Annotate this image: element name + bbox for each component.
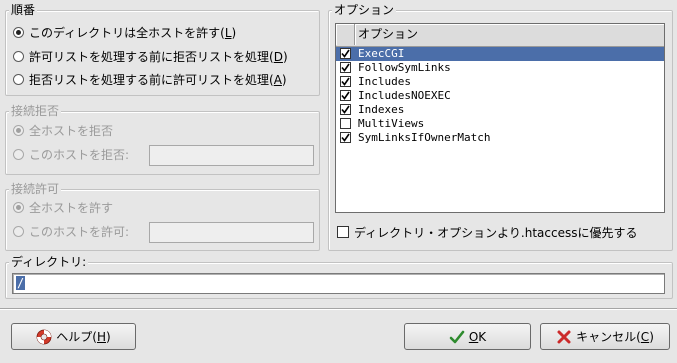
option-checkbox[interactable]	[340, 132, 351, 143]
option-row[interactable]: Indexes	[336, 103, 664, 117]
radio-indicator	[13, 201, 24, 213]
radio-indicator	[13, 26, 24, 38]
option-label: SymLinksIfOwnerMatch	[358, 131, 491, 144]
radio-indicator	[13, 225, 24, 237]
x-icon	[556, 329, 572, 345]
option-checkbox[interactable]	[340, 118, 351, 129]
deny-group-title: 接続拒否	[9, 104, 62, 118]
check-icon	[449, 329, 465, 345]
button-separator	[0, 308, 677, 310]
radio-indicator	[13, 148, 24, 160]
allow-radio-these-hosts[interactable]: このホストを許可:	[13, 222, 129, 240]
option-row[interactable]: ExecCGI	[336, 47, 664, 61]
option-label: Indexes	[358, 103, 405, 116]
option-row[interactable]: IncludesNOEXEC	[336, 89, 664, 103]
radio-indicator	[13, 73, 24, 85]
directory-title: ディレクトリ:	[9, 255, 89, 269]
header-option-column[interactable]: オプション	[355, 24, 664, 45]
option-row[interactable]: Includes	[336, 75, 664, 89]
option-label: MultiViews	[358, 117, 425, 130]
cancel-button[interactable]: キャンセル(C)	[540, 323, 670, 350]
option-checkbox[interactable]	[340, 62, 351, 73]
directory-value: /	[16, 276, 26, 290]
radio-label: このホストを拒否:	[29, 147, 130, 162]
radio-label: このホストを許可:	[29, 224, 130, 239]
htaccess-checkbox	[337, 226, 349, 238]
radio-label: 全ホストを許す	[29, 200, 114, 215]
cancel-button-label: キャンセル(C)	[576, 330, 654, 344]
order-radio-allow-all[interactable]: このディレクトリは全ホストを許す(L)	[13, 23, 236, 41]
help-button-label: ヘルプ(H)	[56, 330, 111, 344]
ok-button-label: OK	[468, 329, 487, 344]
radio-label: 許可リストを処理する前に拒否リストを処理(D)	[29, 49, 288, 64]
order-group-title: 順番	[9, 3, 38, 17]
options-list-header: オプション	[336, 24, 664, 47]
htaccess-checkbox-row[interactable]: ディレクトリ・オプションより.htaccessに優先する	[337, 224, 637, 240]
option-row[interactable]: SymLinksIfOwnerMatch	[336, 131, 664, 145]
lifebuoy-icon	[36, 329, 52, 345]
option-label: Includes	[358, 75, 411, 88]
radio-label: 全ホストを拒否	[29, 123, 114, 138]
deny-radio-all-hosts[interactable]: 全ホストを拒否	[13, 121, 113, 139]
directory-input[interactable]: /	[12, 273, 665, 294]
header-check-column[interactable]	[336, 24, 355, 45]
options-group-title: オプション	[332, 3, 397, 17]
option-checkbox[interactable]	[340, 104, 351, 115]
allow-group-title: 接続許可	[9, 182, 62, 196]
order-radio-deny-first[interactable]: 許可リストを処理する前に拒否リストを処理(D)	[13, 47, 288, 65]
option-checkbox[interactable]	[340, 90, 351, 101]
options-list[interactable]: オプション ExecCGI FollowSymLinks Includes Inclu…	[335, 23, 665, 213]
option-row[interactable]: FollowSymLinks	[336, 61, 664, 75]
radio-label: 拒否リストを処理する前に許可リストを処理(A)	[29, 72, 287, 87]
htaccess-label: ディレクトリ・オプションより.htaccessに優先する	[354, 225, 638, 240]
deny-hosts-input[interactable]	[149, 145, 314, 166]
allow-radio-all-hosts[interactable]: 全ホストを許す	[13, 198, 113, 216]
radio-indicator	[13, 124, 24, 136]
allow-hosts-input[interactable]	[149, 222, 314, 243]
option-label: FollowSymLinks	[358, 61, 451, 74]
option-label: ExecCGI	[358, 47, 405, 60]
help-button[interactable]: ヘルプ(H)	[11, 323, 136, 350]
deny-radio-these-hosts[interactable]: このホストを拒否:	[13, 145, 129, 163]
ok-button[interactable]: OK	[404, 323, 531, 350]
option-label: IncludesNOEXEC	[358, 89, 451, 102]
radio-label: このディレクトリは全ホストを許す(L)	[29, 25, 237, 40]
order-radio-allow-first[interactable]: 拒否リストを処理する前に許可リストを処理(A)	[13, 70, 287, 88]
option-checkbox[interactable]	[340, 76, 351, 87]
radio-indicator	[13, 50, 24, 62]
option-checkbox[interactable]	[340, 48, 351, 59]
option-row[interactable]: MultiViews	[336, 117, 664, 131]
